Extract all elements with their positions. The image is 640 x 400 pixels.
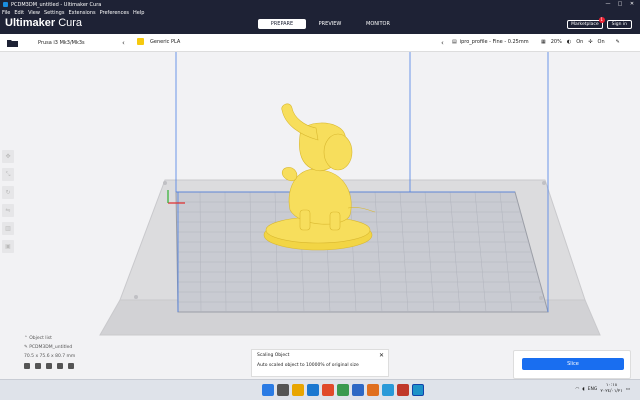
adhesion-value: On bbox=[597, 39, 605, 45]
language-indicator[interactable]: ENG bbox=[588, 387, 598, 392]
app-icon[interactable] bbox=[397, 384, 409, 396]
start-icon[interactable] bbox=[262, 384, 274, 396]
word-icon[interactable] bbox=[352, 384, 364, 396]
elephant-model[interactable] bbox=[263, 103, 376, 251]
slice-button[interactable]: Slice bbox=[522, 358, 624, 370]
menu-help[interactable]: Help bbox=[133, 10, 144, 16]
message-body: Auto scaled object to 10000% of original… bbox=[257, 363, 359, 368]
vlc-icon[interactable] bbox=[367, 384, 379, 396]
marketplace-button[interactable]: Marketplace 1 bbox=[567, 17, 605, 29]
close-button[interactable]: ✕ bbox=[626, 0, 638, 9]
menu-settings[interactable]: Settings bbox=[44, 10, 65, 16]
office-icon[interactable] bbox=[322, 384, 334, 396]
app-header: Ultimaker Cura PREPARE PREVIEW MONITOR M… bbox=[0, 16, 640, 34]
left-tool-panel: ✥ ⤡ ↻ ⇋ ▥ ▣ bbox=[2, 150, 16, 258]
per-model-settings-icon[interactable]: ▥ bbox=[2, 222, 14, 235]
cura-app-icon bbox=[3, 2, 8, 7]
support-icon: ◐ bbox=[566, 39, 572, 45]
scale-tool-icon[interactable]: ⤡ bbox=[2, 168, 14, 181]
notification-icon[interactable]: ▭ bbox=[626, 387, 630, 392]
material-selector[interactable]: Generic PLA bbox=[137, 38, 180, 45]
build-plate-viewport[interactable] bbox=[0, 52, 640, 379]
search-icon[interactable] bbox=[277, 384, 289, 396]
object-info-panel: ⌃ Object list ✎ PCDM3DM_untitled 70.5 x … bbox=[24, 336, 75, 373]
notification-badge: 1 bbox=[598, 17, 605, 23]
move-tool-icon[interactable]: ✥ bbox=[2, 150, 14, 163]
object-filename: ✎ PCDM3DM_untitled bbox=[24, 345, 73, 350]
clock[interactable]: ١٠:١٨ ٢٠٢٤/٠١/٢١ bbox=[600, 383, 622, 395]
cura-taskbar-icon[interactable] bbox=[412, 384, 424, 396]
tab-prepare[interactable]: PREPARE bbox=[258, 19, 306, 29]
menu-bar: File Edit View Settings Extensions Prefe… bbox=[0, 9, 640, 16]
material-swatch-icon bbox=[137, 38, 144, 45]
minimize-button[interactable]: — bbox=[602, 0, 614, 9]
left-view-icon[interactable] bbox=[57, 363, 63, 369]
support-blocker-icon[interactable]: ▣ bbox=[2, 240, 14, 253]
print-settings-selector[interactable]: ▤ ipro_profile - Fine - 0.25mm bbox=[452, 39, 529, 45]
tab-preview[interactable]: PREVIEW bbox=[306, 19, 354, 29]
menu-extensions[interactable]: Extensions bbox=[68, 10, 95, 16]
title-bar: PCDM3DM_untitled - Ultimaker Cura — □ ✕ bbox=[0, 0, 640, 9]
menu-preferences[interactable]: Preferences bbox=[100, 10, 129, 16]
right-view-icon[interactable] bbox=[68, 363, 74, 369]
object-list-toggle[interactable]: ⌃ Object list bbox=[24, 336, 75, 341]
profile-icon: ▤ bbox=[452, 39, 457, 45]
stage-tabs: PREPARE PREVIEW MONITOR bbox=[258, 19, 402, 29]
scaling-message: Scaling Object Auto scaled object to 100… bbox=[251, 349, 389, 377]
chrome-icon[interactable] bbox=[337, 384, 349, 396]
maximize-button[interactable]: □ bbox=[614, 0, 626, 9]
edit-settings-icon[interactable]: ✎ bbox=[616, 39, 620, 45]
mail-icon[interactable] bbox=[382, 384, 394, 396]
menu-view[interactable]: View bbox=[28, 10, 40, 16]
chevron-left-icon[interactable]: ‹ bbox=[122, 39, 125, 47]
support-value: On bbox=[576, 39, 584, 45]
system-tray: ◠ ◖ ENG ١٠:١٨ ٢٠٢٤/٠١/٢١ ▭ bbox=[575, 383, 630, 395]
edge-icon[interactable] bbox=[307, 384, 319, 396]
adhesion-icon: ✣ bbox=[588, 39, 593, 45]
job-toolbar: Prusa i3 Mk3/Mk3s ‹ Generic PLA ‹ ▤ ipro… bbox=[0, 34, 640, 52]
chevron-left-icon[interactable]: ‹ bbox=[441, 39, 444, 47]
window-title: PCDM3DM_untitled - Ultimaker Cura bbox=[11, 1, 102, 8]
wifi-icon[interactable]: ◠ bbox=[575, 387, 579, 392]
rotate-tool-icon[interactable]: ↻ bbox=[2, 186, 14, 199]
slice-panel: Slice bbox=[513, 350, 631, 379]
front-view-icon[interactable] bbox=[35, 363, 41, 369]
menu-file[interactable]: File bbox=[2, 10, 10, 16]
menu-edit[interactable]: Edit bbox=[14, 10, 24, 16]
3d-view-icon[interactable] bbox=[24, 363, 30, 369]
ultimaker-cura-logo: Ultimaker Cura bbox=[5, 17, 83, 29]
taskbar-apps bbox=[262, 384, 424, 396]
view-orientation-buttons bbox=[24, 363, 75, 369]
windows-taskbar: ◠ ◖ ENG ١٠:١٨ ٢٠٢٤/٠١/٢١ ▭ bbox=[0, 379, 640, 400]
volume-icon[interactable]: ◖ bbox=[582, 387, 584, 392]
file-explorer-icon[interactable] bbox=[292, 384, 304, 396]
open-folder-icon[interactable] bbox=[6, 38, 20, 48]
tab-monitor[interactable]: MONITOR bbox=[354, 19, 402, 29]
sign-in-button[interactable]: Sign in bbox=[606, 20, 632, 29]
close-icon[interactable]: ✕ bbox=[379, 352, 384, 359]
top-view-icon[interactable] bbox=[46, 363, 52, 369]
object-dimensions: 70.5 x 75.6 x 80.7 mm bbox=[24, 354, 76, 359]
message-title: Scaling Object bbox=[257, 353, 290, 358]
infill-value: 20% bbox=[550, 39, 562, 45]
printer-selector[interactable]: Prusa i3 Mk3/Mk3s bbox=[38, 40, 85, 46]
mirror-tool-icon[interactable]: ⇋ bbox=[2, 204, 14, 217]
infill-icon: ▦ bbox=[541, 39, 546, 45]
window-controls: — □ ✕ bbox=[602, 0, 638, 9]
